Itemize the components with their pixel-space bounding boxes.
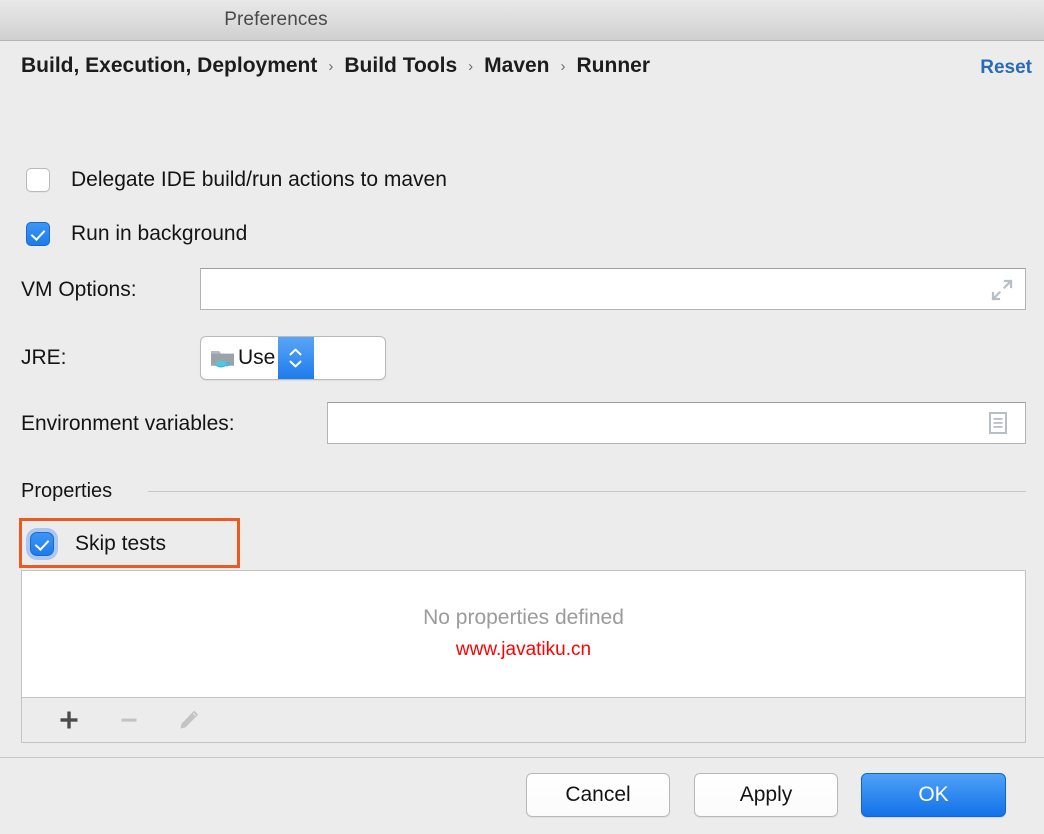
vm-options-label: VM Options: xyxy=(21,278,137,302)
properties-toolbar xyxy=(21,698,1026,743)
breadcrumb-item-runner[interactable]: Runner xyxy=(577,54,651,78)
run-in-background-label: Run in background xyxy=(71,222,247,246)
chevron-up-icon xyxy=(289,348,302,356)
properties-list[interactable]: No properties defined www.javatiku.cn xyxy=(21,570,1026,698)
properties-section-title: Properties xyxy=(21,480,112,503)
delegate-ide-build-row[interactable]: Delegate IDE build/run actions to maven xyxy=(26,168,447,192)
vm-options-input[interactable] xyxy=(200,268,1026,310)
window-titlebar: Preferences xyxy=(0,0,1044,41)
apply-button[interactable]: Apply xyxy=(694,773,838,817)
breadcrumb-separator-icon: › xyxy=(468,58,473,75)
breadcrumb-item-build-execution-deployment[interactable]: Build, Execution, Deployment xyxy=(21,54,317,78)
skip-tests-checkbox[interactable] xyxy=(30,532,54,556)
document-list-icon[interactable] xyxy=(989,412,1007,434)
breadcrumb-item-maven[interactable]: Maven xyxy=(484,54,549,78)
watermark-text: www.javatiku.cn xyxy=(22,639,1025,661)
runner-settings-pane: Delegate IDE build/run actions to maven … xyxy=(0,98,1044,758)
jre-combobox[interactable]: Use Pro xyxy=(200,336,386,380)
delegate-ide-build-checkbox[interactable] xyxy=(26,168,50,192)
run-in-background-row[interactable]: Run in background xyxy=(26,222,247,246)
add-property-button[interactable] xyxy=(56,707,82,733)
chevron-down-icon xyxy=(289,360,302,368)
environment-variables-input[interactable] xyxy=(327,402,1026,444)
minus-icon xyxy=(118,709,140,731)
edit-property-button[interactable] xyxy=(176,707,202,733)
dialog-button-bar: Cancel Apply OK xyxy=(0,758,1044,834)
window-title: Preferences xyxy=(0,9,1044,31)
breadcrumb-separator-icon: › xyxy=(328,58,333,75)
jre-combobox-stepper[interactable] xyxy=(278,337,314,379)
folder-java-icon xyxy=(210,347,236,369)
ok-button[interactable]: OK xyxy=(861,773,1006,817)
run-in-background-checkbox[interactable] xyxy=(26,222,50,246)
breadcrumb-item-build-tools[interactable]: Build Tools xyxy=(344,54,457,78)
properties-section-rule xyxy=(148,491,1026,492)
environment-variables-label: Environment variables: xyxy=(21,412,235,436)
remove-property-button[interactable] xyxy=(116,707,142,733)
skip-tests-label: Skip tests xyxy=(75,532,166,556)
skip-tests-row[interactable]: Skip tests xyxy=(30,532,166,556)
breadcrumb-separator-icon: › xyxy=(561,58,566,75)
properties-empty-message: No properties defined xyxy=(22,606,1025,630)
delegate-ide-build-label: Delegate IDE build/run actions to maven xyxy=(71,168,447,192)
breadcrumb: Build, Execution, Deployment › Build Too… xyxy=(21,54,650,78)
jre-label: JRE: xyxy=(21,346,67,370)
plus-icon xyxy=(58,709,80,731)
reset-link[interactable]: Reset xyxy=(980,57,1032,79)
pencil-icon xyxy=(177,708,201,732)
cancel-button[interactable]: Cancel xyxy=(526,773,670,817)
settings-header: Build, Execution, Deployment › Build Too… xyxy=(0,41,1044,98)
